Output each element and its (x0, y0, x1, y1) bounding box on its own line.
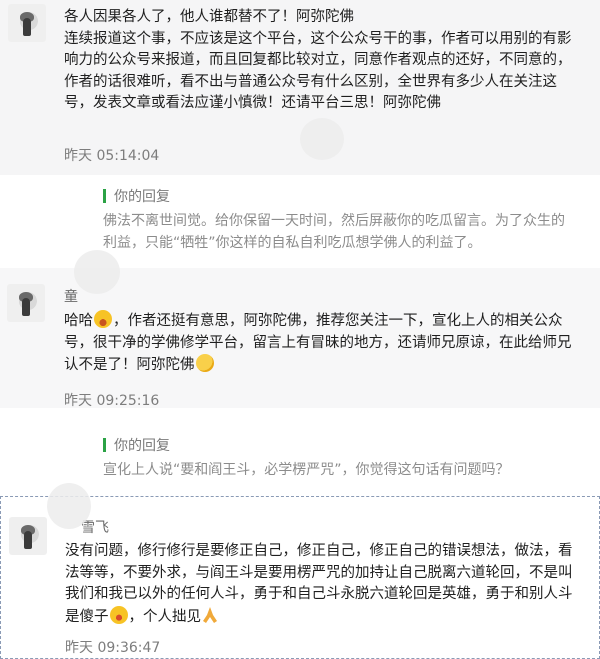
squinting-emoji-icon (109, 605, 128, 624)
comment-text-part: ，作者还挺有意思，阿弥陀佛，推荐您关注一下，宣化上人的相关公众号，很干净的学佛修… (64, 313, 572, 373)
avatar[interactable] (7, 284, 45, 322)
redaction-blob (300, 118, 344, 160)
avatar[interactable] (8, 4, 46, 42)
comment-text: 没有问题，修行修行是要修正自己，修正自己，修正自己的错误想法，做法，看法等等，不… (65, 541, 585, 628)
praying-hands-icon (203, 606, 217, 623)
reply-label: 你的回复 (114, 438, 170, 454)
redaction-blob (47, 483, 91, 529)
redaction-blob (74, 250, 120, 294)
comment-time: 昨天 09:25:16 (64, 393, 160, 409)
comment-time: 昨天 09:36:47 (65, 640, 161, 656)
reply-marker (103, 189, 106, 203)
comment-card: 童 哈哈 ，作者还挺有意思，阿弥陀佛，推荐您关注一下，宣化上人的相关公众号，很干净… (0, 250, 600, 409)
comment-text-part: ，个人拙见 (128, 608, 202, 625)
comment-card: 雪飞 没有问题，修行修行是要修正自己，修正自己，修正自己的错误想法，做法，看法等… (0, 483, 600, 659)
reply-text: 佛法不离世间觉。给你保留一天时间，然后屏蔽你的吃瓜留言。为了众生的利益，只能“牺… (103, 213, 565, 251)
comment-text: 哈哈 ，作者还挺有意思，阿弥陀佛，推荐您关注一下，宣化上人的相关公众号，很干净的学… (64, 310, 584, 377)
comment-card: 各人因果各人了，他人谁都替不了！阿弥陀佛 连续报道这个事，不应该是这个平台，这个… (0, 0, 600, 175)
reply-text: 宣化上人说“要和阎王斗，必学楞严咒”，你觉得这句话有问题吗？ (103, 462, 510, 478)
comment-time: 昨天 05:14:04 (64, 148, 160, 164)
comment-text: 各人因果各人了，他人谁都替不了！阿弥陀佛 连续报道这个事，不应该是这个平台，这个… (64, 9, 572, 111)
grin-emoji-icon (94, 310, 112, 328)
reply-label: 你的回复 (114, 189, 170, 205)
avatar[interactable] (9, 517, 47, 555)
commenter-name[interactable]: 童 (64, 286, 78, 306)
comment-text-part: 哈哈 (64, 313, 93, 329)
sweat-smile-emoji-icon (195, 354, 214, 372)
reply-marker (103, 438, 106, 452)
